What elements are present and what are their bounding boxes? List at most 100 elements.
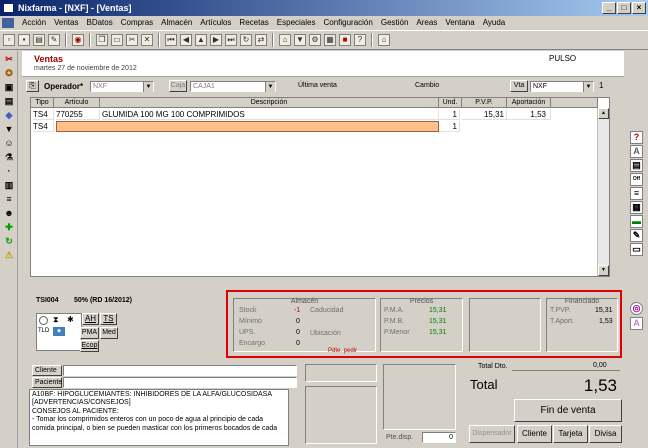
help-icon[interactable]: ? (354, 34, 366, 46)
radio-icon[interactable] (39, 316, 48, 325)
menu-accion[interactable]: Acción (18, 16, 50, 30)
menu-recetas[interactable]: Recetas (235, 16, 272, 30)
scroll-down-icon[interactable]: ▼ (598, 265, 609, 276)
col-pvp[interactable]: P.V.P. (462, 98, 507, 108)
filter-side-icon[interactable]: ▼ (3, 124, 15, 135)
row1-aportacion[interactable]: 1,53 (507, 109, 551, 120)
cut-icon[interactable]: ✂ (126, 34, 138, 46)
row2-und[interactable]: 1 (439, 121, 460, 132)
warning-icon[interactable]: ⚠ (3, 250, 15, 261)
box-icon[interactable]: ▤ (3, 96, 15, 107)
pma-button[interactable]: PMA (80, 327, 99, 339)
folder-icon[interactable]: ▣ (3, 82, 15, 93)
tarjeta-button[interactable]: Tarjeta (553, 425, 588, 443)
menu-articulos[interactable]: Artículos (196, 16, 235, 30)
calendar-icon[interactable]: ▦ (630, 201, 643, 214)
menu-gestion[interactable]: Gestión (377, 16, 413, 30)
cross-icon[interactable]: ✚ (3, 222, 15, 233)
caja-select[interactable]: CAJA1 ▼ (190, 81, 276, 92)
list-icon[interactable]: ≡ (3, 194, 15, 205)
help-side-icon[interactable]: ? (630, 131, 643, 144)
font-a2-icon[interactable]: A (630, 317, 643, 330)
minimize-button[interactable]: _ (602, 2, 616, 14)
menu-areas[interactable]: Areas (412, 16, 441, 30)
format-icon[interactable]: ▤ (630, 159, 643, 172)
list-side-icon[interactable]: ≡ (630, 187, 643, 200)
col-aportacion[interactable]: Aportación (507, 98, 551, 108)
menu-ventas[interactable]: Ventas (50, 16, 82, 30)
maximize-button[interactable]: □ (617, 2, 631, 14)
prev-icon[interactable]: ◀ (180, 34, 192, 46)
cliente-field[interactable] (63, 365, 297, 376)
menu-ventana[interactable]: Ventana (441, 16, 478, 30)
up-icon[interactable]: ▲ (195, 34, 207, 46)
user-icon[interactable]: ☻ (3, 208, 15, 219)
tools-icon[interactable]: ⚙ (309, 34, 321, 46)
cliente-button[interactable]: Cliente (32, 365, 62, 376)
delete-icon[interactable]: ✕ (141, 34, 153, 46)
card-icon[interactable]: ▥ (3, 180, 15, 191)
caja-button[interactable]: Caja (169, 80, 187, 92)
divisa-button[interactable]: Divisa (589, 425, 622, 443)
med-button[interactable]: Med (100, 327, 118, 339)
scroll-up-icon[interactable]: ▲ (598, 108, 609, 119)
col-tipo[interactable]: Tipo (31, 98, 54, 108)
dispensador-button[interactable]: Dispensador (469, 425, 515, 443)
scissors-icon[interactable]: ✂ (3, 54, 15, 65)
ecop-button[interactable]: Ecop (80, 340, 99, 352)
menu-bdatos[interactable]: BDatos (82, 16, 116, 30)
book-icon[interactable]: ▦ (324, 34, 336, 46)
print-icon[interactable]: ▤ (33, 34, 45, 46)
via-select[interactable]: NXF ▼ (530, 81, 594, 92)
row1-descripcion[interactable]: GLUMIDA 100 MG 100 COMPRIMIDOS (102, 109, 439, 120)
operador-button[interactable]: ⎘ (26, 80, 39, 92)
note-icon[interactable]: ✎ (630, 229, 643, 242)
cliente-pay-button[interactable]: Cliente (517, 425, 552, 443)
font-a-icon[interactable]: A (630, 145, 643, 158)
ah-button[interactable]: AH (82, 313, 99, 325)
row1-pvp[interactable]: 15,31 (462, 109, 507, 120)
arrows-icon[interactable]: ⇄ (255, 34, 267, 46)
col-und[interactable]: Und. (439, 98, 462, 108)
row2-tipo[interactable]: TS4 (33, 121, 54, 132)
home-icon[interactable]: ⌂ (378, 34, 390, 46)
stop-icon[interactable]: ◉ (72, 34, 84, 46)
menu-especiales[interactable]: Especiales (273, 16, 320, 30)
menu-configuracion[interactable]: Configuración (319, 16, 376, 30)
row1-tipo[interactable]: TS4 (33, 109, 54, 120)
close-button[interactable]: × (632, 2, 646, 14)
row2-articulo-input[interactable] (56, 121, 439, 132)
edit-icon[interactable]: ✎ (48, 34, 60, 46)
advice-scrollbar[interactable] (288, 389, 297, 446)
via-button[interactable]: Vta (510, 80, 528, 92)
person-icon[interactable]: ☺ (3, 138, 15, 149)
first-icon[interactable]: ⏮ (165, 34, 177, 46)
doc-icon[interactable]: ▭ (630, 243, 643, 256)
paste-icon[interactable]: ▭ (111, 34, 123, 46)
ts-button[interactable]: TS (100, 313, 117, 325)
menu-compras[interactable]: Compras (117, 16, 157, 30)
menu-ayuda[interactable]: Ayuda (479, 16, 510, 30)
gift-icon[interactable]: ■ (339, 34, 351, 46)
operador-select[interactable]: NXF ▼ (90, 81, 154, 92)
bottle-icon[interactable]: ⚗ (3, 152, 15, 163)
refresh-icon[interactable]: ↻ (240, 34, 252, 46)
fin-venta-button[interactable]: Fin de venta (514, 399, 622, 422)
next-icon[interactable]: ▶ (210, 34, 222, 46)
pill-icon[interactable]: ◆ (3, 110, 15, 121)
row1-und[interactable]: 1 (439, 109, 460, 120)
system-menu-icon[interactable] (2, 18, 14, 28)
row1-articulo[interactable]: 770255 (56, 109, 100, 120)
circle-icon[interactable]: ◎ (630, 302, 643, 315)
dot-icon[interactable]: · (3, 166, 15, 177)
save-icon[interactable]: ▪ (18, 34, 30, 46)
lock-icon[interactable]: ⌂ (279, 34, 291, 46)
paciente-button[interactable]: Paciente (32, 377, 62, 388)
card-side-icon[interactable]: ▬ (630, 215, 643, 228)
grid-scrollbar[interactable]: ▲ ▼ (597, 108, 609, 276)
paciente-field[interactable] (63, 377, 297, 388)
menu-almacen[interactable]: Almacén (157, 16, 196, 30)
cycle-icon[interactable]: ↻ (3, 236, 15, 247)
col-articulo[interactable]: Artículo (54, 98, 100, 108)
medal-icon[interactable]: ✪ (3, 68, 15, 79)
